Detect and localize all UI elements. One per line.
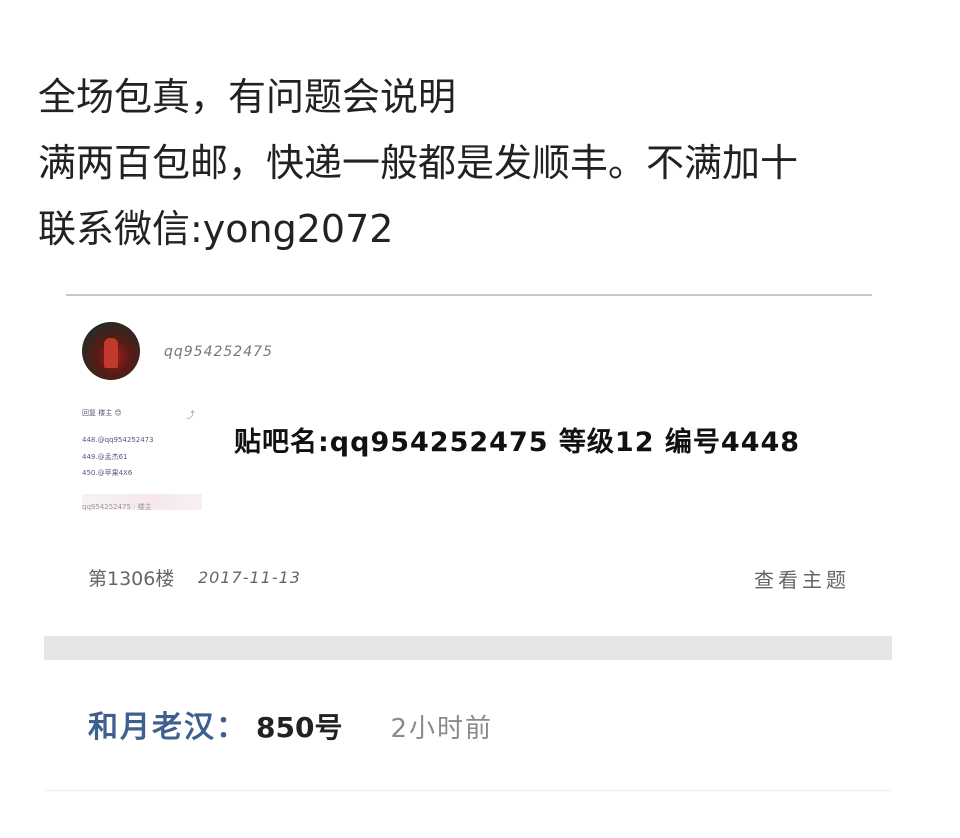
reply-author[interactable]: 和月老汉： xyxy=(88,710,248,745)
reply-item[interactable]: 和月老汉： 850号 2小时前 xyxy=(88,702,493,746)
thumb-line: 450.@苹果4X6 xyxy=(82,469,133,477)
thumb-footer: qq954252475 · 楼主 xyxy=(82,494,202,511)
reply-time: 2小时前 xyxy=(390,714,493,744)
thumb-line-header: 回复 楼主 😊 xyxy=(82,409,122,417)
post-date: 2017-11-13 xyxy=(198,568,301,587)
intro-line-authenticity: 全场包真，有问题会说明 xyxy=(38,75,457,119)
handwritten-note: 贴吧名:qq954252475 等级12 编号4448 xyxy=(234,427,801,458)
thumb-line: 448.@qq954252473 xyxy=(82,436,154,444)
avatar-figure-icon xyxy=(104,338,118,368)
intro-text: 全场包真，有问题会说明 满两百包邮，快递一般都是发顺丰。不满加十 联系微信:yo… xyxy=(38,64,938,262)
divider xyxy=(66,294,872,296)
post-card[interactable]: qq954252475 回复 楼主 😊 ⤴ 448.@qq954252473 4… xyxy=(44,300,894,640)
floor-number: 第1306楼 xyxy=(88,568,175,590)
screenshot-thumbnail[interactable]: 回复 楼主 😊 ⤴ 448.@qq954252473 449.@孟杰61 450… xyxy=(82,406,206,511)
post-username[interactable]: qq954252475 xyxy=(164,344,273,360)
view-topic-link[interactable]: 查看主题 xyxy=(754,564,850,593)
avatar[interactable] xyxy=(82,322,140,380)
section-separator xyxy=(44,636,892,660)
thumb-share-icon: ⤴ xyxy=(186,411,196,421)
reply-text: 850号 xyxy=(256,711,343,744)
intro-line-wechat: 联系微信:yong2072 xyxy=(38,207,394,251)
thumb-line: 449.@孟杰61 xyxy=(82,453,128,461)
divider xyxy=(44,790,892,791)
thumb-footer-text: qq954252475 · 楼主 xyxy=(82,503,152,511)
intro-line-shipping: 满两百包邮，快递一般都是发顺丰。不满加十 xyxy=(38,141,799,185)
